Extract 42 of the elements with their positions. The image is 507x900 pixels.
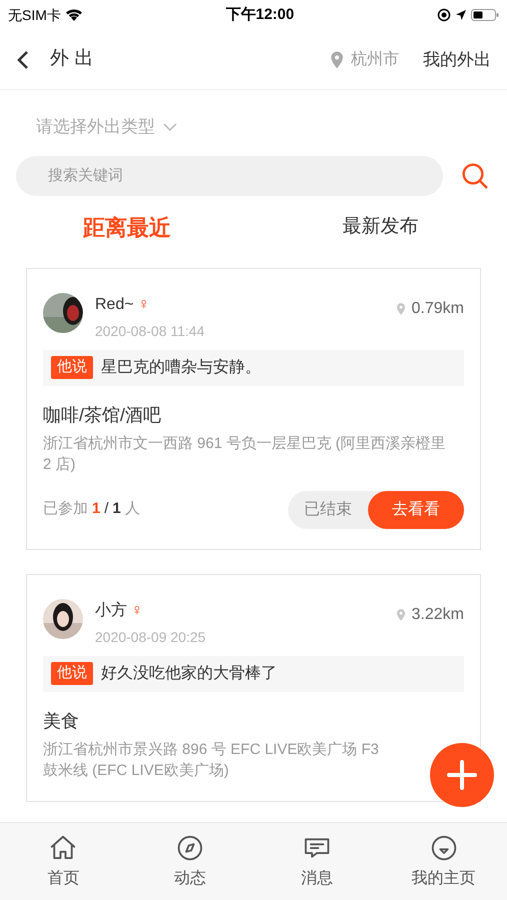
tab-bar-item[interactable]: 动态 xyxy=(126,832,254,890)
post-time: 2020-08-08 11:44 xyxy=(95,322,206,340)
separator: / xyxy=(104,499,109,520)
location-arrow-icon xyxy=(454,9,467,21)
status-label: 已结束 xyxy=(303,500,353,520)
tab-bar-item[interactable]: 我的主页 xyxy=(380,832,507,890)
distance: 0.79km xyxy=(412,298,464,318)
user-name: 小方 xyxy=(95,600,127,620)
category: 咖啡/茶馆/酒吧 xyxy=(43,404,162,426)
tag-label: 他说 xyxy=(51,356,93,379)
sort-tab[interactable]: 最新发布 xyxy=(254,213,507,242)
post-card[interactable]: Red~ ♀ 2020-08-08 11:44 0.79km 他说 星巴克的嘈杂与安静。 咖啡/茶馆/酒吧 浙江省杭州市文一西路 961 号负一层星巴克 (阿里西溪亲橙里 2 店) 已参加 1 / 1 人 已结束 去看看 xyxy=(26,268,481,550)
my-outings-link[interactable]: 我的外出 xyxy=(423,46,491,72)
back-button[interactable] xyxy=(16,48,30,70)
post-card[interactable]: 小方 ♀ 2020-08-09 20:25 3.22km 他说 好久没吃他家的大骨棒了 美食 浙江省杭州市景兴路 896 号 EFC LIVE欧美广场 F3 鼓米线 (EFC LIVE欧美广场) xyxy=(26,574,481,802)
address: 鼓米线 (EFC LIVE欧美广场) xyxy=(43,760,230,780)
gender-symbol: ♀ xyxy=(138,294,150,314)
quote-text: 好久没吃他家的大骨棒了 xyxy=(101,664,277,684)
battery-icon xyxy=(470,8,499,22)
wifi-icon xyxy=(64,8,83,22)
capacity: 1 xyxy=(112,499,121,520)
quote-text: 星巴克的嘈杂与安静。 xyxy=(101,358,261,378)
address: 浙江省杭州市景兴路 896 号 EFC LIVE欧美广场 F3 xyxy=(43,740,380,760)
clock: 下午12:00 xyxy=(226,4,294,25)
lock-rotation-icon xyxy=(436,8,451,22)
tab-bar-item[interactable]: 首页 xyxy=(0,832,127,890)
post-time: 2020-08-09 20:25 xyxy=(95,628,207,646)
distance: 3.22km xyxy=(412,604,464,624)
chevron-down-icon xyxy=(163,122,177,132)
joined-count: 1 xyxy=(92,499,100,520)
plus-icon xyxy=(446,759,478,791)
search-field[interactable]: 搜索关键词 xyxy=(16,156,443,196)
address: 浙江省杭州市文一西路 961 号负一层星巴克 (阿里西溪亲橙里 2 店) xyxy=(43,434,447,474)
category: 美食 xyxy=(43,710,80,732)
gender-symbol: ♀ xyxy=(131,600,143,620)
joined-label: 已参加 xyxy=(43,499,88,520)
page-title: 外 出 xyxy=(50,47,94,72)
tag-label: 他说 xyxy=(51,662,93,685)
tab-bar-item[interactable]: 消息 xyxy=(254,832,380,890)
user-name: Red~ xyxy=(95,294,134,314)
unit-label: 人 xyxy=(124,499,140,520)
carrier: 无SIM卡 xyxy=(8,6,61,24)
